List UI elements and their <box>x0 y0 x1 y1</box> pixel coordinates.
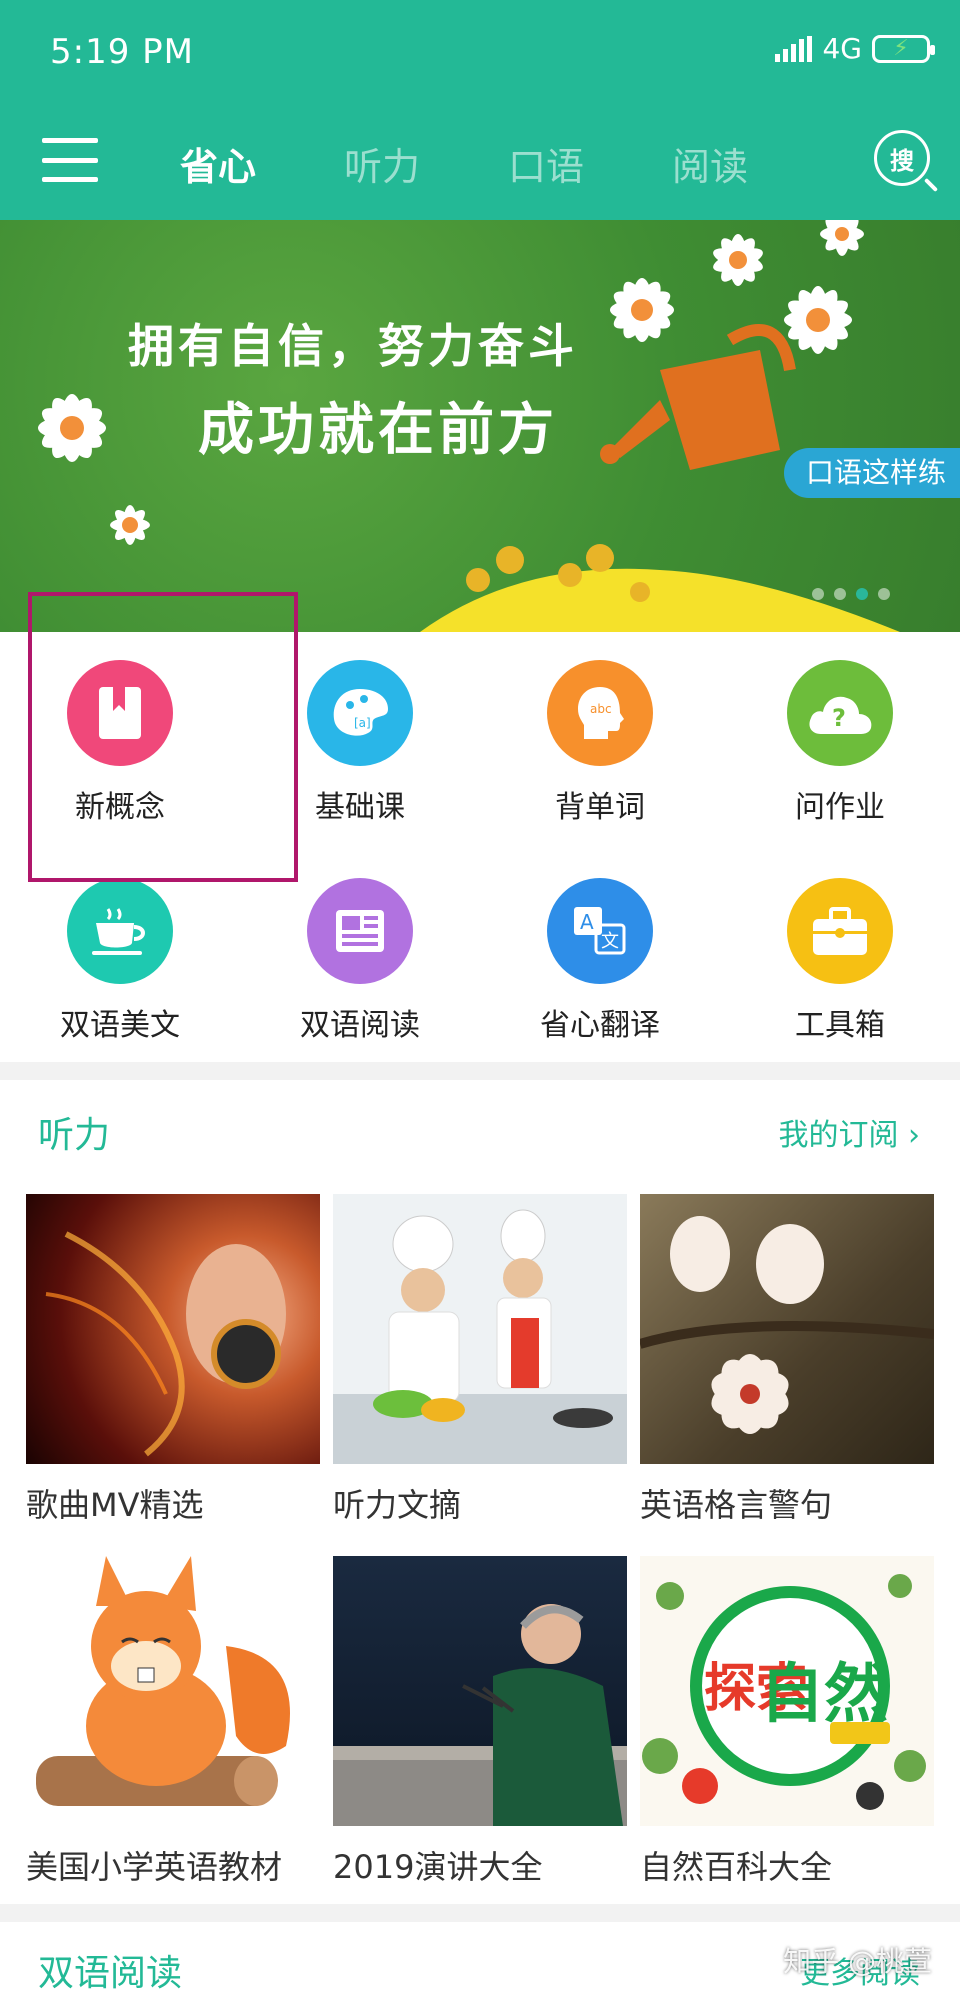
chefs-thumbnail <box>333 1194 627 1464</box>
watermark: 知乎 @桃萱 <box>783 1945 932 1978</box>
grid-label: 省心翻译 <box>540 1008 660 1043</box>
bilingual-reading-section-title: 双语阅读 <box>38 1953 183 1994</box>
newspaper-icon <box>307 878 413 984</box>
my-subscriptions-link[interactable]: 我的订阅 › <box>778 1110 920 1154</box>
grid-label: 背单词 <box>555 790 645 825</box>
card-label: 听力文摘 <box>333 1486 462 1524</box>
head-abc-icon: abc <box>547 660 653 766</box>
tab-speaking[interactable]: 口语 <box>508 136 672 191</box>
nav-tabs: 省心 听力 口语 阅读 <box>180 136 836 191</box>
toolbox-icon <box>787 878 893 984</box>
tab-reading[interactable]: 阅读 <box>672 136 836 191</box>
grid-label: 双语阅读 <box>300 1008 420 1043</box>
grid-label: 基础课 <box>315 790 405 825</box>
signal-icon <box>775 35 813 62</box>
feature-grid: 新概念 [a] 基础课 abc 背单词 ? 问作业 双语美文 双语阅读 A文 省… <box>0 632 960 1062</box>
app-header: 5:19 PM 4G ⚡ 省心 听力 口语 阅读 搜 <box>0 0 960 220</box>
grid-item-homework[interactable]: ? 问作业 <box>720 660 960 826</box>
card-label: 美国小学英语教材 <box>26 1848 283 1886</box>
svg-text:?: ? <box>832 704 846 732</box>
grid-item-new-concept[interactable]: 新概念 <box>0 660 240 826</box>
cloud-question-icon: ? <box>787 660 893 766</box>
network-type: 4G <box>822 32 862 65</box>
card-2019-speeches[interactable]: 2019演讲大全 <box>333 1556 627 1888</box>
tab-listening[interactable]: 听力 <box>344 136 508 191</box>
card-label: 英语格言警句 <box>640 1486 833 1524</box>
card-english-quotes[interactable]: 英语格言警句 <box>640 1194 934 1526</box>
banner-subheadline: 成功就在前方 <box>198 398 558 463</box>
grid-item-basic-course[interactable]: [a] 基础课 <box>240 660 480 826</box>
banner-headline: 拥有自信，努力奋斗 <box>128 319 578 373</box>
translate-icon: A文 <box>547 878 653 984</box>
grid-item-bilingual-essays[interactable]: 双语美文 <box>0 878 240 1044</box>
blossom-thumbnail <box>640 1194 934 1464</box>
grid-item-translate[interactable]: A文 省心翻译 <box>480 878 720 1044</box>
card-listening-digest[interactable]: 听力文摘 <box>333 1194 627 1526</box>
nature-book-thumbnail: 探索 自然 <box>640 1556 934 1826</box>
promo-banner[interactable]: 拥有自信，努力奋斗 成功就在前方 口语这样练 <box>0 220 960 632</box>
book-icon <box>67 660 173 766</box>
card-label: 歌曲MV精选 <box>26 1486 204 1524</box>
grid-label: 问作业 <box>795 790 885 825</box>
svg-text:abc: abc <box>590 702 612 716</box>
card-label: 2019演讲大全 <box>333 1848 543 1886</box>
listening-section-title: 听力 <box>38 1115 111 1156</box>
carousel-indicator <box>812 588 890 600</box>
grid-item-vocabulary[interactable]: abc 背单词 <box>480 660 720 826</box>
status-icons: 4G ⚡ <box>775 32 935 65</box>
card-song-mv[interactable]: 歌曲MV精选 <box>26 1194 320 1526</box>
grid-label: 工具箱 <box>795 1008 885 1043</box>
svg-text:A: A <box>580 910 594 934</box>
menu-icon[interactable] <box>42 138 98 182</box>
battery-icon: ⚡ <box>872 34 935 63</box>
grid-item-toolbox[interactable]: 工具箱 <box>720 878 960 1044</box>
card-nature-encyclopedia[interactable]: 探索 自然 自然百科大全 <box>640 1556 934 1888</box>
svg-text:文: 文 <box>601 931 619 952</box>
grid-label: 新概念 <box>75 790 165 825</box>
grid-item-bilingual-reading[interactable]: 双语阅读 <box>240 878 480 1044</box>
card-label: 自然百科大全 <box>640 1848 833 1886</box>
divider <box>0 1904 960 1922</box>
palette-icon: [a] <box>307 660 413 766</box>
squirrel-thumbnail <box>26 1556 320 1826</box>
card-us-elementary-english[interactable]: 美国小学英语教材 <box>26 1556 320 1888</box>
teacup-icon <box>67 878 173 984</box>
speaking-practice-button[interactable]: 口语这样练 <box>783 448 960 498</box>
svg-text:[a]: [a] <box>354 716 371 730</box>
speaker-thumbnail <box>333 1556 627 1826</box>
search-icon[interactable]: 搜 <box>874 130 930 186</box>
tab-shengxin[interactable]: 省心 <box>180 136 344 191</box>
grid-label: 双语美文 <box>60 1008 180 1043</box>
divider <box>0 1062 960 1080</box>
svg-text:自然: 自然 <box>760 1658 888 1732</box>
status-time: 5:19 PM <box>50 32 194 72</box>
song-mv-thumbnail <box>26 1194 320 1464</box>
